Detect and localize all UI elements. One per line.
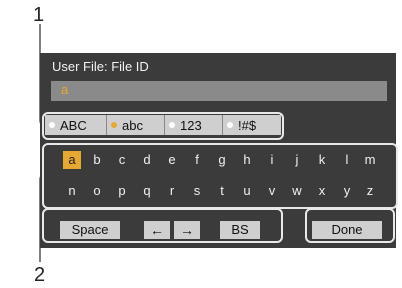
- file-id-input-value: a: [61, 82, 69, 97]
- keyboard-outline: [42, 143, 398, 209]
- bottom-buttons-outline: [42, 208, 283, 243]
- file-id-input[interactable]: a: [51, 81, 387, 101]
- mode-bar-outline: [42, 112, 284, 140]
- done-outline: [305, 208, 395, 243]
- screen-title: User File: File ID: [52, 59, 149, 74]
